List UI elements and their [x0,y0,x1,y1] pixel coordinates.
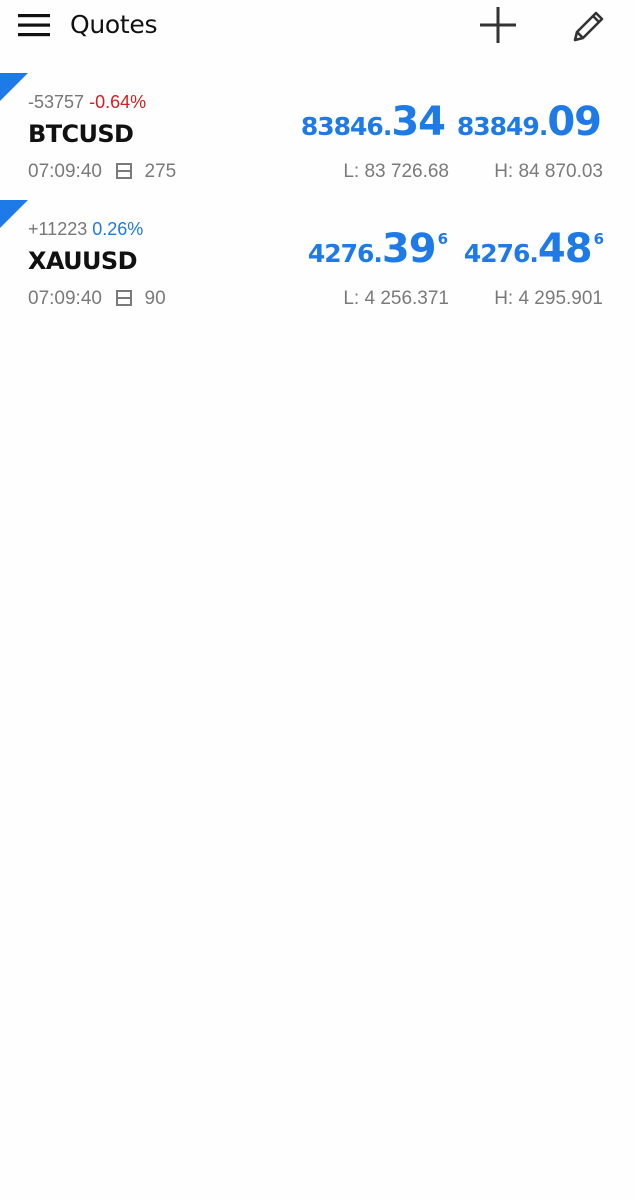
app-toolbar: Quotes [0,0,635,56]
daily-change: -53757 -0.64% [28,91,146,113]
ask-price-fraction: 6 [593,230,604,248]
change-percent: 0.26% [92,219,144,239]
spread-icon [116,290,133,306]
hamburger-menu-icon[interactable] [18,12,52,38]
bid-price-major: 4276. [307,239,383,268]
pencil-icon[interactable] [569,6,609,46]
symbol-name: XAUUSD [28,247,138,275]
quote-row-btcusd[interactable]: -53757 -0.64% BTCUSD 07:09:40 275 83846.… [0,73,635,200]
quote-time: 07:09:40 [28,288,102,309]
spread-value: 275 [144,161,177,182]
daily-change: +11223 0.26% [28,218,143,240]
ask-price: 83849.09 [457,99,603,145]
bid-price-pips: 34 [391,99,446,145]
high-price: H: 84 870.03 [494,161,603,182]
quote-meta: 07:09:40 275 [28,159,176,185]
bid-price: 83846.34 [301,99,447,145]
plus-icon[interactable] [478,5,518,45]
ask-price-pips: 09 [547,99,602,145]
bid-price-major: 83846. [300,112,392,141]
change-points: -53757 [28,92,85,112]
quote-meta: 07:09:40 90 [28,286,166,312]
quote-time: 07:09:40 [28,161,102,182]
ask-price: 4276.48 6 [463,226,604,272]
bid-price-pips: 39 [381,226,437,272]
change-points: +11223 [28,219,88,239]
row-marker-icon [0,73,28,101]
high-price: H: 4 295.901 [494,288,603,309]
page-title: Quotes [70,10,158,39]
ask-price-major: 4276. [463,239,539,268]
low-price: L: 83 726.68 [343,161,449,182]
bid-price-fraction: 6 [437,230,448,248]
ask-price-major: 83849. [456,112,548,141]
row-marker-icon [0,200,28,228]
bid-price: 4276.39 6 [307,226,448,272]
quote-row-xauusd[interactable]: +11223 0.26% XAUUSD 07:09:40 90 4276.39 6… [0,200,635,327]
ask-price-pips: 48 [537,226,593,272]
spread-value: 90 [144,288,166,309]
low-price: L: 4 256.371 [343,288,449,309]
spread-icon [116,163,133,179]
change-percent: -0.64% [89,92,147,112]
symbol-name: BTCUSD [28,120,134,148]
